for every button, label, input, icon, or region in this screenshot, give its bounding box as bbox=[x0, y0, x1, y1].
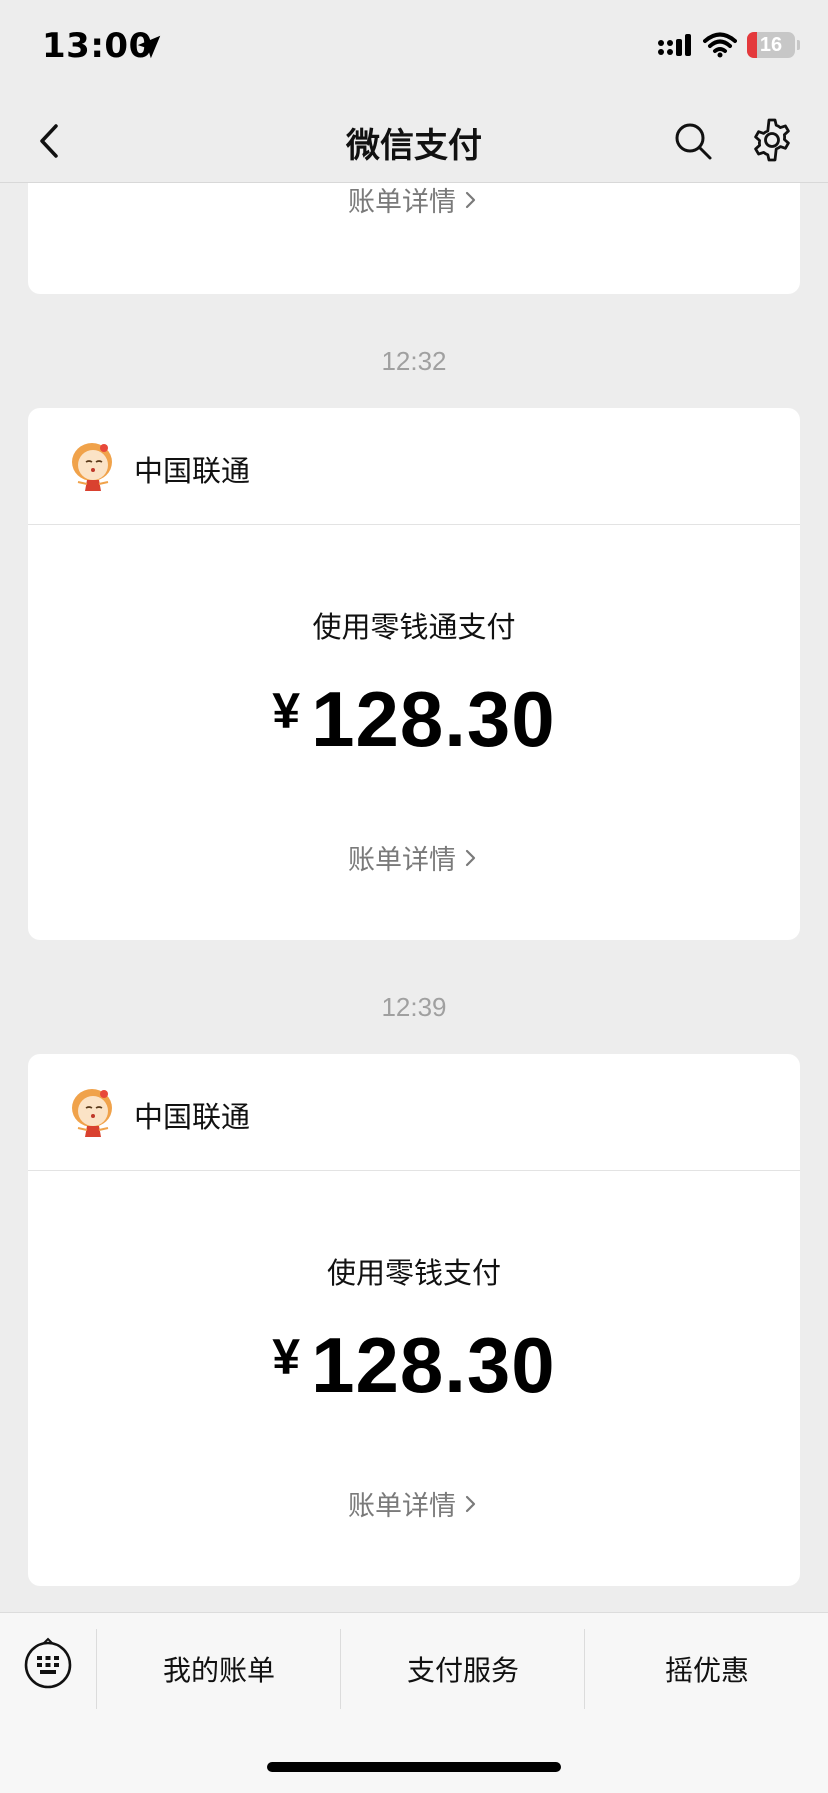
chevron-right-icon bbox=[465, 849, 476, 866]
currency-symbol: ¥ bbox=[272, 683, 302, 739]
nav-bar: 微信支付 bbox=[0, 100, 828, 183]
payment-card[interactable]: 中国联通 使用零钱支付 ¥128.30 账单详情 bbox=[28, 1054, 800, 1586]
bill-details-label: 账单详情 bbox=[348, 187, 456, 218]
menu-shake-offers[interactable]: 摇优惠 bbox=[584, 1629, 828, 1709]
payment-card[interactable]: 中国联通 使用零钱通支付 ¥128.30 账单详情 bbox=[28, 408, 800, 940]
payment-amount: ¥128.30 bbox=[28, 1320, 800, 1411]
battery-icon: 16 bbox=[747, 32, 795, 58]
bill-details-link[interactable]: 账单详情 bbox=[28, 1484, 800, 1523]
status-bar: 13:00 16 bbox=[0, 0, 828, 100]
chevron-right-icon bbox=[465, 1495, 476, 1512]
merchant-avatar bbox=[72, 1089, 112, 1137]
bill-details-label: 账单详情 bbox=[348, 1491, 456, 1522]
menu-my-bills[interactable]: 我的账单 bbox=[96, 1629, 341, 1709]
location-arrow-icon bbox=[137, 35, 161, 59]
payment-amount: ¥128.30 bbox=[28, 674, 800, 765]
amount-value: 128.30 bbox=[311, 675, 556, 763]
merchant-name: 中国联通 bbox=[134, 454, 251, 488]
currency-symbol: ¥ bbox=[272, 1329, 302, 1385]
merchant-row[interactable]: 中国联通 bbox=[28, 1054, 800, 1171]
message-time: 12:39 bbox=[381, 992, 447, 1022]
payment-method: 使用零钱通支付 bbox=[312, 610, 516, 644]
search-icon[interactable] bbox=[670, 118, 716, 164]
wifi-icon bbox=[703, 32, 737, 58]
bill-details-label: 账单详情 bbox=[348, 845, 456, 876]
home-indicator[interactable] bbox=[267, 1762, 561, 1772]
merchant-row[interactable]: 中国联通 bbox=[28, 408, 800, 525]
keyboard-icon bbox=[24, 1637, 72, 1689]
gear-icon[interactable] bbox=[748, 116, 796, 164]
payment-method: 使用零钱支付 bbox=[326, 1256, 501, 1290]
menu-payment-services[interactable]: 支付服务 bbox=[340, 1629, 585, 1709]
amount-value: 128.30 bbox=[311, 1321, 556, 1409]
chevron-right-icon bbox=[465, 191, 476, 208]
merchant-avatar bbox=[72, 443, 112, 491]
keyboard-toggle-button[interactable] bbox=[0, 1613, 96, 1709]
cellular-signal-icon bbox=[658, 34, 691, 56]
battery-level: 16 bbox=[759, 33, 783, 56]
bill-details-link[interactable]: 账单详情 bbox=[28, 838, 800, 877]
bill-details-link[interactable]: 账单详情 bbox=[28, 180, 800, 219]
status-indicators: 16 bbox=[657, 32, 800, 58]
merchant-name: 中国联通 bbox=[134, 1100, 251, 1134]
message-time: 12:32 bbox=[381, 346, 447, 376]
